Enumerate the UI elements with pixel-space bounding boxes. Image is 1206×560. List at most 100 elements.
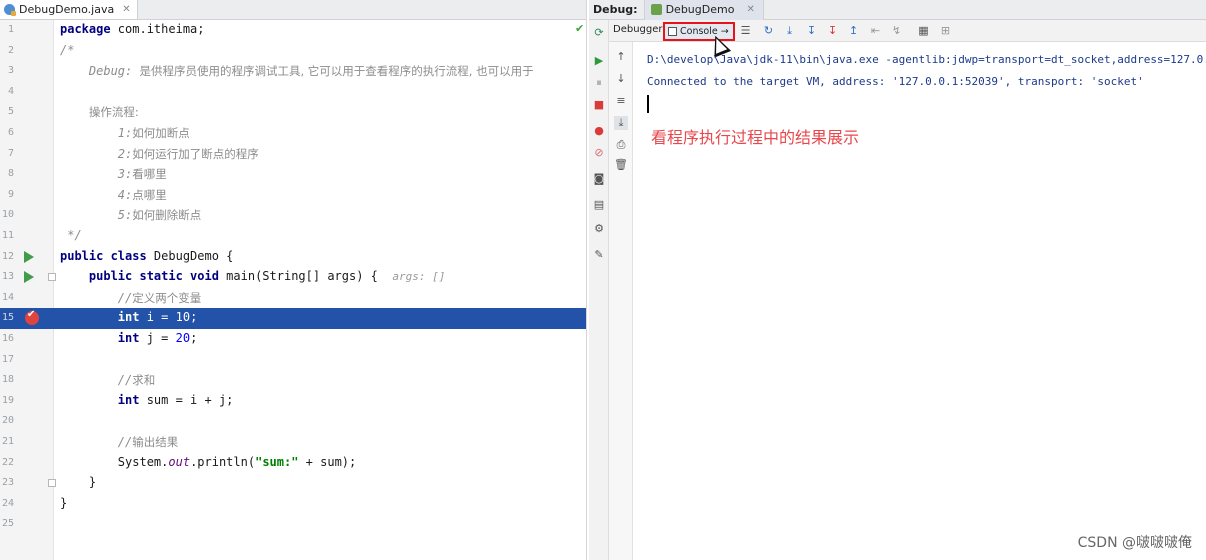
annotation-text: 看程序执行过程中的结果展示 <box>651 128 860 147</box>
code-line[interactable]: 13 public static void main(String[] args… <box>0 267 586 288</box>
print-icon[interactable]: ⎙ <box>614 138 628 152</box>
stop-icon[interactable]: ■ <box>592 98 606 112</box>
java-class-icon <box>4 4 16 16</box>
down-arrow-icon[interactable]: ↓ <box>614 72 628 86</box>
debug-session-icon <box>650 4 662 15</box>
mute-breakpoints-icon[interactable]: ⊘ <box>592 146 606 160</box>
frames-icon[interactable]: ☰ <box>739 24 752 37</box>
pause-icon[interactable]: ⏸ <box>592 76 606 90</box>
line-number: 10 <box>1 209 14 221</box>
code-line[interactable]: 2 /* <box>0 41 586 62</box>
editor-tab-bar: DebugDemo.java ✕ <box>0 0 586 20</box>
run-gutter-icon[interactable] <box>24 271 34 284</box>
code-line[interactable]: 25 <box>0 514 586 535</box>
camera-icon[interactable]: ◙ <box>592 172 606 186</box>
line-number: 8 <box>7 168 14 180</box>
code-line[interactable]: 9 4:点哪里 <box>0 185 586 206</box>
show-execution-point-icon[interactable]: ↻ <box>762 24 775 37</box>
view-breakpoints-icon[interactable]: ● <box>592 124 606 138</box>
resume-icon[interactable]: ▶ <box>592 54 606 68</box>
scroll-to-end-icon[interactable]: ⤓ <box>614 116 628 130</box>
code-editor[interactable]: DebugDemo.java ✕ ✔ 1 package com.itheima;… <box>0 0 587 560</box>
line-number: 22 <box>1 456 14 468</box>
soft-wrap-icon[interactable]: ≡ <box>614 94 628 108</box>
code-area[interactable]: 1 package com.itheima; 2 /* 3 Debug: 是供程序员使用… <box>0 20 586 560</box>
line-number: 12 <box>1 250 14 262</box>
rerun-icon[interactable]: ⟳ <box>592 26 606 40</box>
code-text: //输出结果 <box>117 435 179 449</box>
settings-icon[interactable]: ⚙ <box>592 222 606 236</box>
console-line: Connected to the target VM, address: '12… <box>647 75 1144 88</box>
trash-icon[interactable]: 🗑 <box>614 158 628 172</box>
evaluate-expression-icon[interactable]: ▦ <box>917 24 930 37</box>
run-to-cursor-icon[interactable]: ↯ <box>890 24 903 37</box>
console-side-toolbar: ↑ ↓ ≡ ⤓ ⎙ 🗑 <box>609 42 633 560</box>
code-line[interactable]: 15 int i = 10; <box>0 308 586 329</box>
code-line[interactable]: 6 1:如何加断点 <box>0 123 586 144</box>
code-text: 2:如何运行加了断点的程序 <box>117 146 259 161</box>
code-line[interactable]: 11 */ <box>0 226 586 247</box>
code-text: 4:点哪里 <box>117 187 167 202</box>
code-line[interactable]: 17 <box>0 350 586 371</box>
file-tab-label: DebugDemo.java <box>19 3 115 16</box>
line-number: 7 <box>7 147 14 159</box>
code-line[interactable]: 7 2:如何运行加了断点的程序 <box>0 144 586 165</box>
code-line[interactable]: 18 //求和 <box>0 370 586 391</box>
code-text: } <box>60 475 97 490</box>
tab-console-label: Console <box>680 26 718 37</box>
line-number: 18 <box>1 374 14 386</box>
code-line[interactable]: 21 //输出结果 <box>0 432 586 453</box>
code-line[interactable]: 24} <box>0 494 586 515</box>
code-text: */ <box>67 228 82 242</box>
fold-marker-icon[interactable] <box>48 273 56 282</box>
code-line[interactable]: 12 public class DebugDemo { <box>0 247 586 268</box>
code-text: int j = 20; <box>117 331 198 345</box>
code-text: 1:如何加断点 <box>117 126 190 140</box>
code-line[interactable]: 19 int sum = i + j; <box>0 391 586 412</box>
code-line[interactable]: 8 3:看哪里 <box>0 164 586 185</box>
trace-icon[interactable]: ⊞ <box>939 24 952 37</box>
code-line[interactable]: 3 Debug: 是供程序员使用的程序调试工具, 它可以用于查看程序的执行流程,… <box>0 61 586 82</box>
line-number: 6 <box>7 127 14 138</box>
close-icon[interactable]: ✕ <box>746 4 754 15</box>
code-text: public class DebugDemo { <box>60 248 234 263</box>
debug-session-tab[interactable]: DebugDemo ✕ <box>643 0 764 20</box>
line-number: 13 <box>1 271 14 283</box>
code-text: 操作流程: <box>88 105 139 120</box>
pin-icon[interactable]: ✎ <box>592 248 606 262</box>
code-line[interactable]: 4 <box>0 82 586 103</box>
drop-frame-icon[interactable]: ⇤ <box>869 24 882 37</box>
fold-marker-icon[interactable] <box>48 479 56 488</box>
force-step-into-icon[interactable]: ↧ <box>826 24 839 37</box>
line-number: 19 <box>1 394 14 406</box>
up-arrow-icon[interactable]: ↑ <box>614 50 628 64</box>
code-line[interactable]: 5 操作流程: <box>0 102 586 123</box>
close-icon[interactable]: ✕ <box>122 4 130 15</box>
code-line[interactable]: 23 } <box>0 473 586 494</box>
code-text: int i = 10; <box>117 310 198 325</box>
code-line[interactable]: 16 int j = 20; <box>0 329 586 350</box>
code-text: int sum = i + j; <box>117 392 234 407</box>
file-tab-debugdemo[interactable]: DebugDemo.java ✕ <box>0 0 138 19</box>
code-line[interactable]: 14 //定义两个变量 <box>0 288 586 309</box>
step-into-icon[interactable]: ↧ <box>805 24 818 37</box>
code-text: package com.itheima; <box>60 22 205 36</box>
code-text: Debug: 是供程序员使用的程序调试工具, 它可以用于查看程序的执行流程, 也… <box>60 64 534 79</box>
debug-panel-label: Debug: <box>593 3 638 16</box>
step-out-icon[interactable]: ↥ <box>847 24 860 37</box>
tab-debugger[interactable]: Debugger <box>613 24 663 35</box>
step-over-icon[interactable]: ⤓ <box>783 24 796 37</box>
code-line[interactable]: 20 <box>0 411 586 432</box>
line-number: 2 <box>7 44 14 56</box>
debug-side-toolbar: ⟳ ▶ ⏸ ■ ● ⊘ ◙ ▤ ⚙ ✎ <box>589 20 609 560</box>
code-line[interactable]: 1 package com.itheima; <box>0 20 586 41</box>
layout-icon[interactable]: ▤ <box>592 198 606 212</box>
debug-tool-window: Debug: DebugDemo ✕ ⟳ ▶ ⏸ ■ ● ⊘ ◙ ▤ ⚙ ✎ D… <box>589 0 1206 560</box>
code-text: /* <box>60 42 75 57</box>
code-line[interactable]: 10 5:如何删除断点 <box>0 205 586 226</box>
breakpoint-icon[interactable] <box>25 309 39 326</box>
code-text: 5:如何删除断点 <box>117 208 202 223</box>
code-text: 3:看哪里 <box>117 167 167 182</box>
run-gutter-icon[interactable] <box>24 250 34 263</box>
code-line[interactable]: 22 System.out.println("sum:" + sum); <box>0 453 586 474</box>
